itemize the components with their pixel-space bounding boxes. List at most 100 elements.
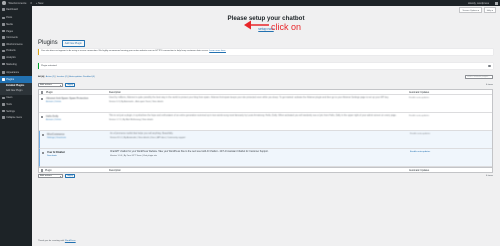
plugin-description: ChatGPT chatbot for your WordPress Websi… bbox=[110, 151, 269, 153]
select-all-checkbox-footer[interactable] bbox=[40, 168, 44, 172]
new-content-link[interactable]: + New bbox=[36, 2, 43, 5]
plugin-search-input[interactable]: Search installed plugins... bbox=[465, 74, 493, 79]
column-footer-description: Description bbox=[109, 168, 121, 172]
column-header-description: Description bbox=[109, 90, 121, 94]
tablenav-bottom: Bulk actions ▾ Apply 4 items bbox=[38, 173, 493, 178]
analytics-icon bbox=[2, 56, 5, 59]
dismiss-notice-icon[interactable] bbox=[488, 64, 491, 68]
enable-auto-updates-link[interactable]: Enable auto-updates bbox=[409, 97, 494, 99]
admin-sidebar: Dashboard Posts Media Pages Comments Woo… bbox=[0, 6, 32, 246]
help-button[interactable]: Help ▾ bbox=[483, 7, 496, 14]
sidebar-item-users[interactable]: Users bbox=[0, 95, 32, 102]
click-on-annotation: click on bbox=[271, 22, 302, 32]
sidebar-item-dashboard[interactable]: Dashboard bbox=[0, 6, 32, 13]
row-checkbox[interactable] bbox=[40, 97, 44, 101]
screen-meta-tabs: Screen Options ▾ Help ▾ bbox=[459, 7, 496, 14]
users-icon bbox=[2, 96, 5, 100]
avatar[interactable] bbox=[495, 1, 498, 5]
plugin-name: WooCommerce bbox=[47, 133, 65, 136]
plugin-name: Your AI Chatbot bbox=[47, 151, 65, 154]
page-title: Plugins bbox=[38, 40, 58, 47]
plugins-submenu: Installed Plugins Add New Plugin bbox=[0, 82, 32, 95]
sidebar-item-plugins[interactable]: Plugins bbox=[0, 75, 32, 83]
filter-inactive[interactable]: Inactive (2) bbox=[57, 76, 68, 78]
media-icon bbox=[2, 23, 5, 26]
learn-more-link[interactable]: Learn more here. bbox=[209, 50, 226, 52]
plugin-row-actions[interactable]: Deactivate bbox=[47, 155, 110, 157]
column-footer-auto-updates: Automatic Updates bbox=[409, 168, 430, 172]
enable-auto-updates-link[interactable]: Enable auto-updates bbox=[410, 151, 495, 153]
filter-all[interactable]: All (4) bbox=[38, 76, 44, 78]
plugin-status-filters: All (4) | Active (2) | Inactive (2) | Au… bbox=[38, 76, 95, 78]
marketing-icon bbox=[2, 62, 5, 66]
apply-button[interactable]: Apply bbox=[65, 82, 76, 87]
sidebar-item-marketing[interactable]: Marketing bbox=[0, 61, 32, 68]
column-header-plugin[interactable]: Plugin bbox=[45, 91, 109, 94]
howdy-account-link[interactable]: Howdy, wordpress bbox=[468, 2, 489, 5]
apply-button-bottom[interactable]: Apply bbox=[65, 173, 76, 178]
comments-count[interactable]: 0 bbox=[30, 2, 31, 5]
sidebar-item-pages[interactable]: Pages bbox=[0, 28, 32, 35]
items-count-bottom: 4 items bbox=[485, 174, 493, 177]
tablenav-top: Bulk actions ▾ Apply 4 items bbox=[38, 82, 493, 87]
plugin-meta: Version 8.5.1 | By Automattic | View det… bbox=[110, 137, 186, 139]
table-row: Your AI Chatbot Deactivate ChatGPT chatbo… bbox=[39, 149, 492, 167]
table-row: WooCommerce Settings | Deactivate An eCom… bbox=[39, 131, 492, 149]
table-footer-row: Plugin Description Automatic Updates bbox=[39, 167, 492, 172]
settings-icon bbox=[2, 109, 5, 113]
submenu-add-new-plugin[interactable]: Add New Plugin bbox=[0, 89, 32, 94]
items-count: 4 items bbox=[485, 83, 493, 86]
screen-options-button[interactable]: Screen Options ▾ bbox=[459, 7, 483, 14]
plugins-icon bbox=[2, 77, 5, 81]
plugin-description: This is not just a plugin, it symbolizes… bbox=[109, 115, 397, 117]
sidebar-item-analytics[interactable]: Analytics bbox=[0, 54, 32, 61]
table-row: Hello Dolly Activate | Delete This is not… bbox=[39, 113, 492, 131]
plugin-meta: Version 5.3 | By Automattic - Anti-spam … bbox=[109, 101, 164, 103]
plugin-name: Akismet Anti-Spam: Spam Protection bbox=[46, 97, 89, 100]
appearance-icon bbox=[2, 71, 5, 74]
chevron-down-icon: ▾ bbox=[59, 176, 61, 179]
filter-active[interactable]: Active (2) bbox=[46, 76, 55, 78]
admin-footer: Thank you for creating with WordPress bbox=[38, 240, 76, 242]
footer-text: Thank you for creating with bbox=[38, 240, 65, 242]
row-checkbox[interactable] bbox=[41, 151, 45, 155]
sidebar-item-tools[interactable]: Tools bbox=[0, 101, 32, 108]
plugin-row-actions[interactable]: Settings | Deactivate bbox=[47, 137, 110, 139]
site-name-link[interactable]: WooCommerce bbox=[9, 2, 27, 5]
sidebar-item-posts[interactable]: Posts bbox=[0, 15, 32, 22]
bulk-actions-select-bottom[interactable]: Bulk actions ▾ bbox=[38, 173, 63, 179]
products-icon bbox=[2, 49, 5, 53]
sidebar-item-products[interactable]: Products bbox=[0, 48, 32, 55]
tools-icon bbox=[2, 103, 5, 106]
plugin-description: Used by millions, Akismet is quite possi… bbox=[109, 97, 389, 99]
add-new-plugin-button[interactable]: Add New Plugin bbox=[61, 40, 85, 47]
filter-auto-updates-disabled[interactable]: Auto-updates Disabled (4) bbox=[69, 76, 94, 78]
bulk-actions-select[interactable]: Bulk actions ▾ bbox=[38, 82, 63, 87]
enable-auto-updates-link[interactable]: Enable auto-updates bbox=[409, 115, 494, 117]
sidebar-item-media[interactable]: Media bbox=[0, 21, 32, 28]
plugin-description: An eCommerce toolkit that helps you sell… bbox=[110, 133, 174, 135]
table-row: Akismet Anti-Spam: Spam Protection Activa… bbox=[39, 95, 492, 113]
woocommerce-icon bbox=[2, 42, 5, 46]
sidebar-item-comments[interactable]: Comments bbox=[0, 34, 32, 41]
admin-bar: WooCommerce 0 + New Howdy, wordpress bbox=[0, 0, 500, 6]
wordpress-logo-icon[interactable] bbox=[2, 1, 6, 5]
plugin-meta: Version 1.0.0 | By Your GPT Team | Visit… bbox=[110, 155, 157, 157]
sidebar-item-collapse[interactable]: Collapse menu bbox=[0, 114, 32, 121]
row-checkbox[interactable] bbox=[40, 115, 44, 119]
sidebar-item-settings[interactable]: Settings bbox=[0, 108, 32, 115]
select-all-checkbox[interactable] bbox=[40, 90, 44, 94]
posts-icon bbox=[2, 16, 5, 20]
enable-auto-updates-link[interactable]: Enable auto-updates bbox=[410, 133, 495, 135]
annotation-arrow-icon bbox=[244, 20, 269, 30]
sidebar-item-appearance[interactable]: Appearance bbox=[0, 69, 32, 76]
plugin-row-actions[interactable]: Activate | Delete bbox=[46, 119, 109, 121]
wordpress-footer-link[interactable]: WordPress bbox=[65, 240, 76, 242]
row-checkbox[interactable] bbox=[41, 133, 45, 137]
plugin-row-actions[interactable]: Activate | Delete bbox=[46, 101, 109, 103]
sidebar-item-woocommerce[interactable]: WooCommerce bbox=[0, 41, 32, 48]
plugins-table: Plugin Description Automatic Updates Aki… bbox=[38, 89, 493, 173]
column-footer-plugin[interactable]: Plugin bbox=[45, 169, 109, 172]
column-header-auto-updates: Automatic Updates bbox=[409, 90, 430, 94]
activated-notice-text: Plugin activated. bbox=[41, 65, 58, 67]
